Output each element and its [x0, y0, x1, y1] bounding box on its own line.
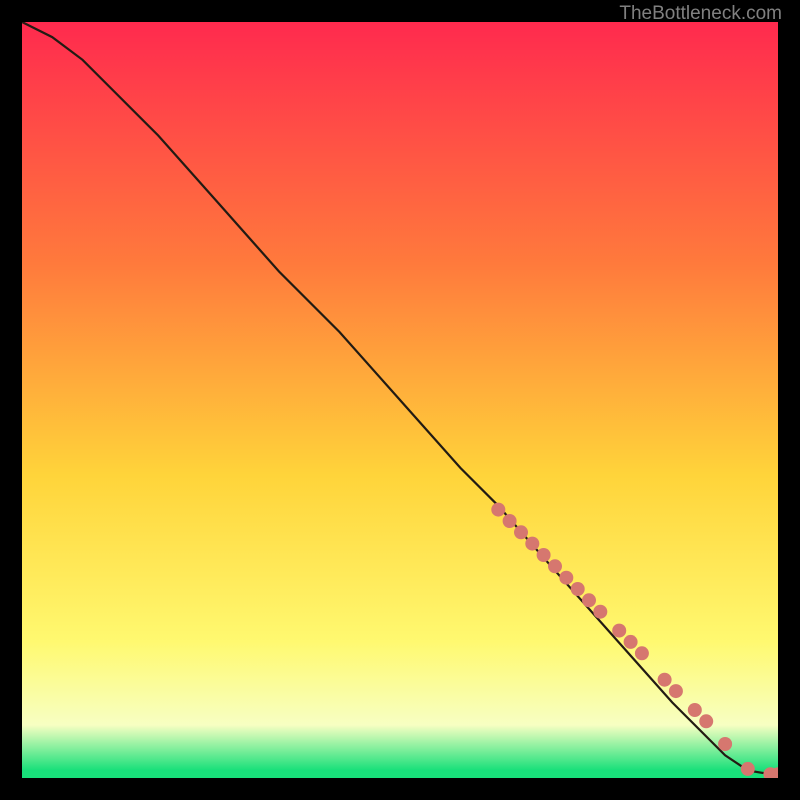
- attribution-text: TheBottleneck.com: [619, 3, 782, 25]
- gradient-background: [22, 22, 778, 778]
- chart-root: TheBottleneck.com: [0, 0, 800, 800]
